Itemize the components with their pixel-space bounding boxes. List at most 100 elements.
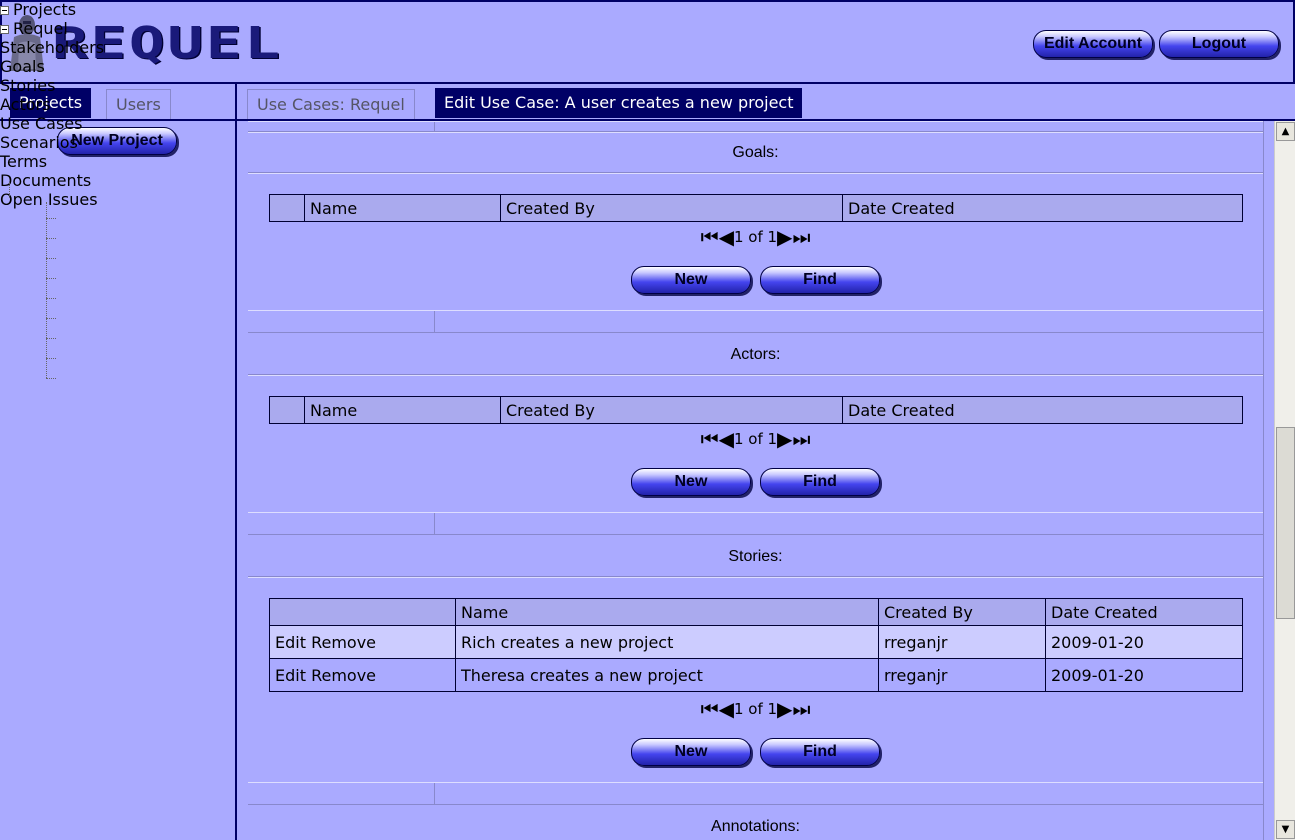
tree-branch (46, 318, 56, 319)
tab-edit-use-case[interactable]: Edit Use Case: A user creates a new proj… (435, 88, 803, 118)
page-indicator: 1 of 1 (733, 228, 778, 246)
section-rule (248, 131, 1263, 133)
goals-new-button[interactable]: New (630, 266, 751, 294)
section-rule (248, 374, 1263, 376)
tree-item-open-issues[interactable]: Open Issues (0, 190, 104, 209)
annotations-title: Annotations: (711, 818, 800, 835)
column-header-name[interactable]: Name (304, 396, 501, 424)
actors-pager: ⏮◀1 of 1▶⏭ (248, 429, 1263, 451)
tree-item-stories[interactable]: Stories (0, 76, 104, 95)
column-header-date-created[interactable]: Date Created (842, 194, 1243, 222)
goals-actions: New Find (248, 266, 1263, 294)
column-header-name[interactable]: Name (455, 598, 879, 626)
remove-link[interactable]: Remove (311, 633, 376, 652)
row-actions: Edit Remove (269, 625, 456, 659)
remove-link[interactable]: Remove (311, 666, 376, 685)
tree-guide (46, 202, 47, 378)
goals-table: Name Created By Date Created (269, 194, 1243, 222)
section-divider (248, 310, 1263, 333)
last-page-icon[interactable]: ⏭ (792, 227, 810, 247)
prev-page-icon[interactable]: ◀ (719, 227, 734, 247)
column-header-name[interactable]: Name (304, 194, 501, 222)
column-header-date-created[interactable]: Date Created (842, 396, 1243, 424)
vertical-scrollbar[interactable]: ▲ ▼ (1274, 121, 1295, 840)
next-page-icon[interactable]: ▶ (777, 699, 792, 719)
logout-button[interactable]: Logout (1159, 30, 1279, 58)
last-page-icon[interactable]: ⏭ (792, 429, 810, 449)
story-date: 2009-01-20 (1045, 658, 1243, 692)
tree-item-stakeholders[interactable]: Stakeholders (0, 38, 104, 57)
tree-item-goals[interactable]: Goals (0, 57, 104, 76)
story-date: 2009-01-20 (1045, 625, 1243, 659)
story-name[interactable]: Rich creates a new project (455, 625, 879, 659)
goals-find-button[interactable]: Find (760, 266, 881, 294)
tree-branch (46, 378, 56, 379)
collapse-icon[interactable] (0, 6, 9, 15)
stories-title: Stories: (728, 548, 783, 565)
stories-new-button[interactable]: New (630, 738, 751, 766)
tree-branch (46, 278, 56, 279)
actors-new-button[interactable]: New (630, 468, 751, 496)
goals-title: Goals: (732, 144, 779, 161)
section-divider (248, 782, 1263, 805)
tab-users[interactable]: Users (106, 89, 171, 120)
tree-branch (46, 258, 56, 259)
stories-find-button[interactable]: Find (760, 738, 881, 766)
edit-account-button[interactable]: Edit Account (1033, 30, 1153, 58)
column-header-created-by[interactable]: Created By (500, 396, 843, 424)
column-header (269, 598, 456, 626)
first-page-icon[interactable]: ⏮ (701, 227, 719, 247)
tree-branch (46, 338, 56, 339)
actors-actions: New Find (248, 468, 1263, 496)
stories-pager: ⏮◀1 of 1▶⏭ (248, 699, 1263, 721)
stories-actions: New Find (248, 738, 1263, 766)
tree-branch (46, 298, 56, 299)
table-row: Edit Remove Theresa creates a new projec… (269, 658, 1243, 692)
tree-guide (9, 182, 10, 198)
stories-table: Name Created By Date Created Edit Remove… (269, 598, 1243, 692)
tree-branch (46, 218, 56, 219)
tree-node-requel[interactable]: Requel (0, 19, 104, 38)
row-actions: Edit Remove (269, 658, 456, 692)
tree-item-scenarios[interactable]: Scenarios (0, 133, 104, 152)
project-tree: Projects Requel Stakeholders Goals Stori… (0, 0, 104, 379)
next-page-icon[interactable]: ▶ (777, 227, 792, 247)
scroll-down-icon[interactable]: ▼ (1276, 820, 1295, 839)
first-page-icon[interactable]: ⏮ (701, 699, 719, 719)
edit-use-case-content: Goals: Name Created By Date Created ⏮◀1 … (248, 121, 1263, 840)
tree-branch (46, 238, 56, 239)
first-page-icon[interactable]: ⏮ (701, 429, 719, 449)
tree-item-actors[interactable]: Actors (0, 95, 104, 114)
scroll-thumb[interactable] (1276, 427, 1295, 619)
tree-item-documents[interactable]: Documents (0, 171, 104, 190)
tree-node-projects[interactable]: Projects (0, 0, 104, 19)
column-header (269, 194, 305, 222)
scroll-up-icon[interactable]: ▲ (1276, 122, 1295, 141)
edit-link[interactable]: Edit (275, 666, 306, 685)
actors-table: Name Created By Date Created (269, 396, 1243, 424)
section-divider (248, 512, 1263, 535)
section-rule (248, 576, 1263, 578)
column-header-created-by[interactable]: Created By (878, 598, 1046, 626)
next-page-icon[interactable]: ▶ (777, 429, 792, 449)
tree-item-terms[interactable]: Terms (0, 152, 104, 171)
story-name[interactable]: Theresa creates a new project (455, 658, 879, 692)
last-page-icon[interactable]: ⏭ (792, 699, 810, 719)
section-rule (248, 172, 1263, 174)
tab-use-cases-requel[interactable]: Use Cases: Requel (247, 89, 415, 120)
page-indicator: 1 of 1 (733, 430, 778, 448)
collapse-icon[interactable] (0, 25, 9, 34)
column-header-date-created[interactable]: Date Created (1045, 598, 1243, 626)
prev-page-icon[interactable]: ◀ (719, 429, 734, 449)
panel-divider (235, 84, 237, 840)
column-header (269, 396, 305, 424)
goals-pager: ⏮◀1 of 1▶⏭ (248, 227, 1263, 249)
story-created-by: rreganjr (878, 625, 1046, 659)
tree-item-use-cases[interactable]: Use Cases (0, 114, 104, 133)
page-indicator: 1 of 1 (733, 700, 778, 718)
prev-page-icon[interactable]: ◀ (719, 699, 734, 719)
tree-branch (46, 358, 56, 359)
actors-find-button[interactable]: Find (760, 468, 881, 496)
edit-link[interactable]: Edit (275, 633, 306, 652)
column-header-created-by[interactable]: Created By (500, 194, 843, 222)
